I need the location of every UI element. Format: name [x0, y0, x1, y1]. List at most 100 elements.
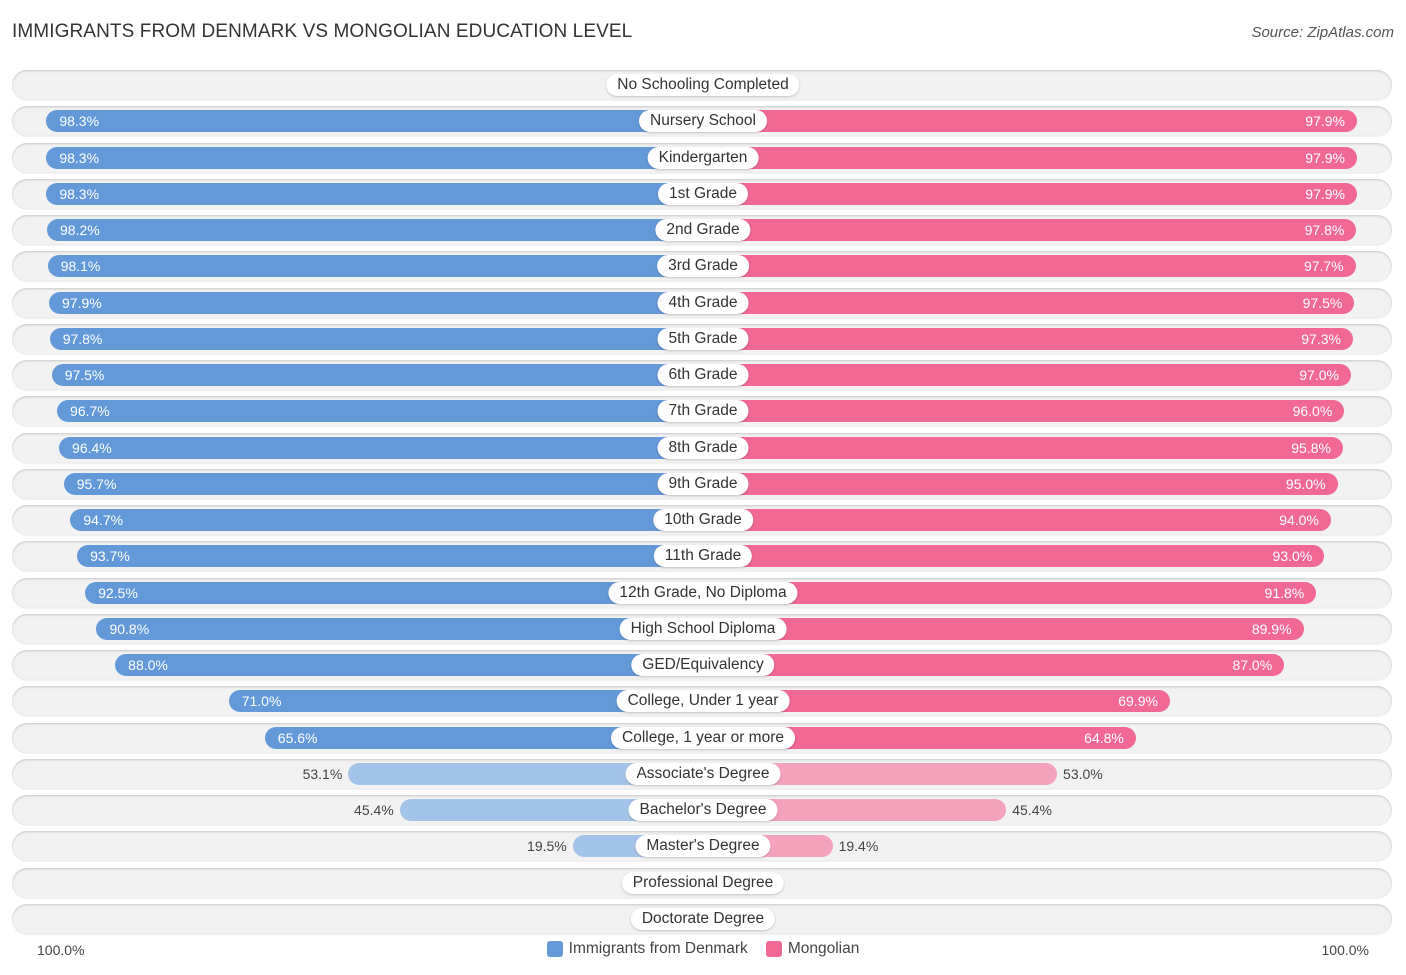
category-label: Doctorate Degree: [630, 907, 776, 930]
category-label: Professional Degree: [621, 871, 785, 894]
value-label-denmark: 90.8%: [109, 620, 150, 637]
row-12th-grade-no-diploma: 12th Grade, No Diploma 92.5% 91.8%: [12, 577, 1392, 608]
category-label: 2nd Grade: [655, 219, 751, 241]
value-label-denmark: 98.3%: [59, 185, 100, 202]
bar-denmark[interactable]: [47, 255, 703, 278]
bar-mongolian[interactable]: [703, 219, 1357, 241]
value-label-mongolian: 95.8%: [1291, 439, 1331, 456]
row-ged-equivalency: GED/Equivalency 88.0% 87.0%: [12, 650, 1392, 680]
bar-denmark[interactable]: [49, 327, 703, 350]
bar-mongolian[interactable]: [703, 110, 1357, 133]
bar-denmark[interactable]: [115, 654, 703, 676]
bar-mongolian[interactable]: [703, 617, 1304, 640]
bar-mongolian[interactable]: [703, 472, 1338, 495]
row-high-school-diploma: High School Diploma 90.8% 89.9%: [12, 613, 1392, 644]
bar-mongolian[interactable]: [703, 182, 1357, 205]
bar-mongolian[interactable]: [703, 545, 1325, 568]
value-label-mongolian: 97.3%: [1301, 330, 1341, 347]
row-5th-grade: 5th Grade 97.8% 97.3%: [12, 323, 1392, 354]
value-label-mongolian: 69.9%: [1118, 693, 1158, 710]
category-label: 7th Grade: [657, 400, 749, 423]
category-label: GED/Equivalency: [631, 654, 775, 676]
bar-mongolian[interactable]: [703, 255, 1356, 278]
row-7th-grade: 7th Grade 96.7% 96.0%: [12, 396, 1392, 427]
value-label-denmark: 98.3%: [59, 113, 100, 130]
value-label-denmark: 95.7%: [76, 475, 117, 492]
source-label: Source: ZipAtlas.com: [1251, 24, 1394, 41]
value-label-denmark: 53.1%: [302, 765, 343, 782]
value-label-denmark: 65.6%: [277, 729, 318, 746]
category-label: College, Under 1 year: [616, 690, 790, 713]
category-label: 1st Grade: [657, 182, 749, 205]
bar-denmark[interactable]: [57, 400, 703, 423]
category-label: 9th Grade: [657, 472, 749, 495]
value-label-denmark: 97.8%: [62, 330, 103, 347]
value-label-denmark: 96.7%: [70, 403, 110, 420]
category-label: Associate's Degree: [625, 762, 781, 785]
row-bachelor-s-degree: Bachelor's Degree 45.4% 45.4%: [12, 795, 1392, 825]
row-2nd-grade: 2nd Grade 98.2% 97.8%: [12, 215, 1392, 245]
value-label-denmark: 92.5%: [98, 584, 138, 601]
bar-denmark[interactable]: [46, 182, 703, 205]
bar-mongolian[interactable]: [703, 654, 1285, 676]
bar-denmark[interactable]: [96, 617, 703, 640]
value-label-mongolian: 96.0%: [1292, 403, 1333, 420]
category-label: 11th Grade: [653, 545, 753, 568]
value-label-denmark: 45.4%: [354, 802, 394, 818]
value-label-denmark: 98.3%: [59, 149, 100, 166]
chart-title: IMMIGRANTS FROM DENMARK VS MONGOLIAN EDU…: [12, 21, 633, 42]
bar-mongolian[interactable]: [703, 436, 1343, 459]
value-label-mongolian: 19.4%: [838, 838, 879, 855]
value-label-mongolian: 97.9%: [1305, 113, 1345, 130]
bar-denmark[interactable]: [59, 436, 703, 459]
bar-denmark[interactable]: [46, 110, 703, 133]
value-label-denmark: 98.1%: [60, 258, 101, 275]
value-label-mongolian: 64.8%: [1084, 729, 1124, 746]
value-label-mongolian: 53.0%: [1063, 765, 1103, 782]
category-label: High School Diploma: [619, 617, 787, 640]
bar-mongolian[interactable]: [703, 400, 1345, 423]
row-nursery-school: Nursery School 98.3% 97.9%: [12, 106, 1392, 137]
bar-mongolian[interactable]: [703, 291, 1355, 314]
row-professional-degree: Professional Degree6.4%6.1%: [12, 867, 1392, 898]
row-college-under-1-year: College, Under 1 year 71.0% 69.9%: [12, 686, 1392, 717]
bar-denmark[interactable]: [47, 219, 703, 241]
value-label-mongolian: 91.8%: [1264, 584, 1305, 601]
legend-label-mongolian: Mongolian: [787, 940, 860, 957]
value-label-mongolian: 97.0%: [1299, 367, 1339, 383]
bar-denmark[interactable]: [70, 509, 703, 531]
row-master-s-degree: Master's Degree 19.5% 19.4%: [12, 831, 1392, 862]
value-label-denmark: 88.0%: [128, 657, 168, 673]
bar-denmark[interactable]: [63, 472, 703, 495]
row-1st-grade: 1st Grade 98.3% 97.9%: [12, 178, 1392, 209]
bar-mongolian[interactable]: [703, 146, 1357, 169]
category-label: Kindergarten: [647, 146, 759, 169]
row-doctorate-degree: Doctorate Degree2.8%2.8%: [12, 903, 1392, 934]
value-label-mongolian: 97.9%: [1305, 149, 1345, 166]
row-8th-grade: 8th Grade 96.4% 95.8%: [12, 432, 1392, 463]
row-kindergarten: Kindergarten 98.3% 97.9%: [12, 142, 1392, 173]
bar-denmark[interactable]: [49, 291, 703, 314]
legend: Immigrants from Denmark Mongolian: [0, 940, 1406, 958]
category-label: Master's Degree: [635, 835, 771, 858]
bar-mongolian[interactable]: [703, 327, 1353, 350]
bar-denmark[interactable]: [51, 364, 703, 386]
value-label-mongolian: 97.9%: [1305, 185, 1345, 202]
row-3rd-grade: 3rd Grade 98.1% 97.7%: [12, 251, 1392, 282]
legend-item-denmark[interactable]: Immigrants from Denmark: [546, 940, 748, 958]
bar-denmark[interactable]: [46, 146, 703, 169]
legend-item-mongolian[interactable]: Mongolian: [765, 940, 860, 958]
value-label-denmark: 96.4%: [72, 439, 112, 456]
category-label: 3rd Grade: [657, 255, 749, 278]
row-10th-grade: 10th Grade 94.7% 94.0%: [12, 505, 1392, 535]
category-label: Nursery School: [639, 110, 767, 133]
category-label: 6th Grade: [657, 364, 749, 386]
value-label-mongolian: 97.5%: [1302, 294, 1343, 311]
bar-denmark[interactable]: [77, 545, 703, 568]
value-label-denmark: 97.9%: [62, 294, 102, 311]
bar-mongolian[interactable]: [703, 509, 1331, 531]
bar-mongolian[interactable]: [703, 364, 1351, 386]
category-label: 12th Grade, No Diploma: [608, 581, 798, 604]
value-label-denmark: 71.0%: [241, 693, 282, 710]
legend-swatch-mongolian: [765, 941, 782, 957]
